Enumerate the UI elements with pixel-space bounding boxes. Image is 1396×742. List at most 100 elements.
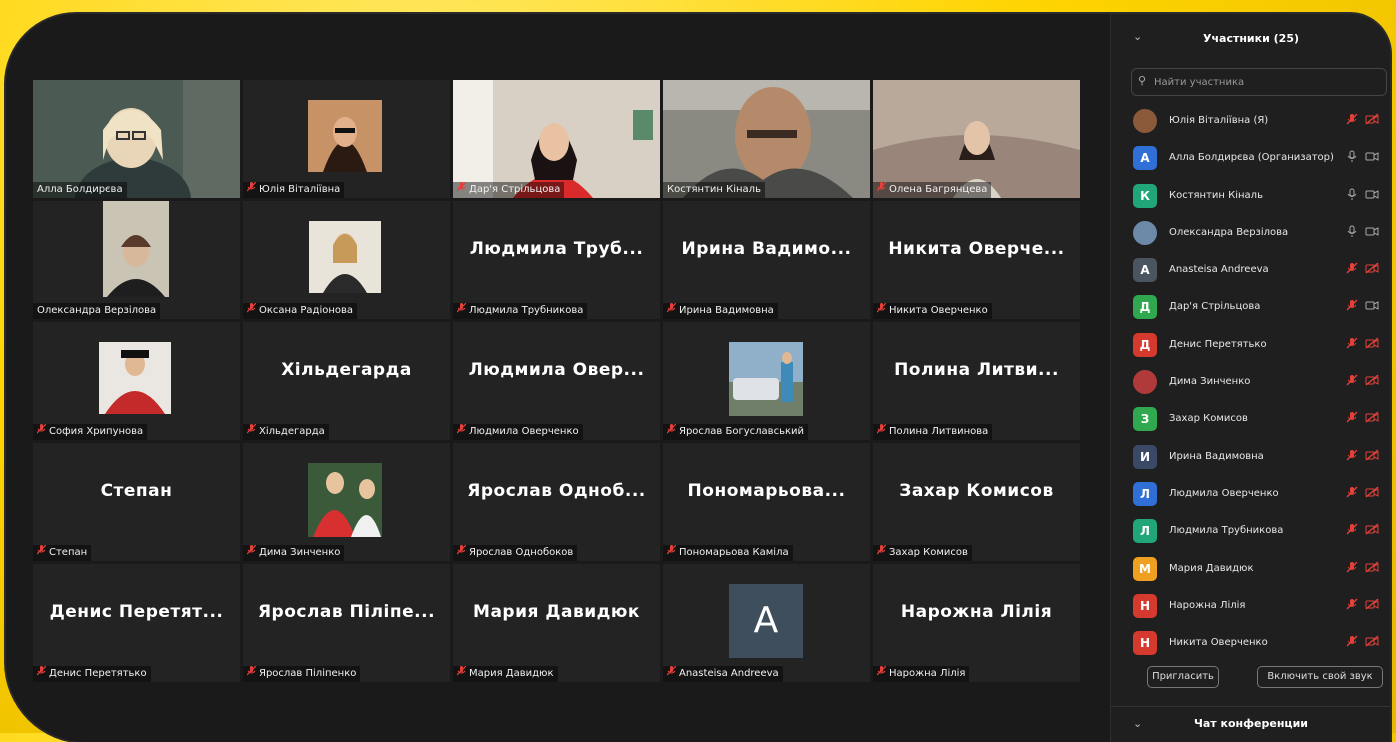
tile-label-text: Дар'я Стрільцова [469, 184, 561, 195]
video-tile[interactable]: Ярослав Одноб... Ярослав Однобоков [453, 443, 660, 561]
avatar: А [1133, 146, 1157, 171]
tile-label-text: Алла Болдирєва [37, 184, 123, 195]
video-tile[interactable]: Мария Давидюк Мария Давидюк [453, 564, 660, 682]
mic-icon[interactable] [1346, 188, 1358, 203]
participant-row[interactable]: Н Нарожна Лілія [1111, 588, 1390, 625]
mic-muted-icon [36, 666, 47, 679]
video-tile[interactable]: Нарожна Лілія Нарожна Лілія [873, 564, 1080, 682]
video-tile[interactable]: A Anasteisa Andreeva [663, 564, 870, 682]
mic-muted-icon [876, 666, 887, 679]
video-tile[interactable]: Ярослав Богуславський [663, 322, 870, 440]
tile-label: Алла Болдирєва [33, 182, 127, 198]
video-tile[interactable]: Степан Степан [33, 443, 240, 561]
chat-title: Чат конференции [1193, 717, 1309, 730]
video-tile[interactable]: Людмила Труб... Людмила Трубникова [453, 201, 660, 319]
video-tile[interactable]: Ярослав Піліпе... Ярослав Піліпенко [243, 564, 450, 682]
mic-muted-icon[interactable] [1346, 411, 1358, 426]
mic-muted-icon[interactable] [1346, 113, 1358, 128]
camera-off-icon[interactable] [1365, 486, 1379, 501]
mic-icon[interactable] [1346, 225, 1358, 240]
participant-row[interactable]: М Мария Давидюк [1111, 551, 1390, 588]
tile-label: Дима Зинченко [243, 545, 345, 561]
participant-row[interactable]: Л Людмила Оверченко [1111, 476, 1390, 513]
camera-off-icon[interactable] [1365, 262, 1379, 277]
video-tile[interactable]: Олександра Верзілова [33, 201, 240, 319]
mic-icon[interactable] [1346, 150, 1358, 165]
camera-off-icon[interactable] [1365, 523, 1379, 538]
video-tile[interactable]: Юлія Віталіївна [243, 80, 450, 198]
mic-muted-icon [246, 545, 257, 558]
video-tile[interactable]: София Хрипунова [33, 322, 240, 440]
unmute-button[interactable]: Включить свой звук [1257, 666, 1383, 688]
participant-row[interactable]: Дима Зинченко [1111, 364, 1390, 401]
tile-label: Дар'я Стрільцова [453, 182, 565, 198]
video-tile[interactable]: Хільдегарда Хільдегарда [243, 322, 450, 440]
camera-off-icon[interactable] [1365, 449, 1379, 464]
video-tile[interactable]: Пономарьова... Пономарьова Каміла [663, 443, 870, 561]
camera-icon[interactable] [1365, 299, 1379, 314]
mic-muted-icon[interactable] [1346, 449, 1358, 464]
participant-row[interactable]: К Костянтин Кіналь [1111, 178, 1390, 215]
mic-muted-icon[interactable] [1346, 337, 1358, 352]
video-tile[interactable]: Олена Багрянцева [873, 80, 1080, 198]
camera-icon[interactable] [1365, 150, 1379, 165]
mic-muted-icon [36, 424, 47, 437]
video-tile[interactable]: Людмила Овер... Людмила Оверченко [453, 322, 660, 440]
search-input[interactable] [1152, 72, 1376, 92]
mic-muted-icon [246, 182, 257, 195]
participant-row[interactable]: Д Денис Перетятько [1111, 327, 1390, 364]
invite-button[interactable]: Пригласить [1147, 666, 1219, 688]
participant-row[interactable]: И Ирина Вадимовна [1111, 439, 1390, 476]
camera-icon[interactable] [1365, 225, 1379, 240]
camera-icon[interactable] [1365, 188, 1379, 203]
mic-muted-icon[interactable] [1346, 262, 1358, 277]
mic-muted-icon [876, 303, 887, 316]
chat-header[interactable]: ⌄ Чат конференции [1111, 706, 1390, 742]
avatar [1133, 220, 1157, 245]
participant-name: Дар'я Стрільцова [1169, 301, 1261, 313]
mic-muted-icon[interactable] [1346, 374, 1358, 389]
camera-off-icon[interactable] [1365, 635, 1379, 650]
mic-muted-icon[interactable] [1346, 561, 1358, 576]
video-tile[interactable]: Ирина Вадимо... Ирина Вадимовна [663, 201, 870, 319]
tile-name: Захар Комисов [899, 481, 1054, 501]
participant-name: Алла Болдирєва (Организатор) [1169, 152, 1334, 164]
mic-muted-icon [246, 424, 257, 437]
participant-row[interactable]: Олександра Верзілова [1111, 215, 1390, 252]
video-tile[interactable]: Полина Литви... Полина Литвинова [873, 322, 1080, 440]
mic-muted-icon[interactable] [1346, 523, 1358, 538]
camera-off-icon[interactable] [1365, 411, 1379, 426]
mic-muted-icon[interactable] [1346, 299, 1358, 314]
tile-label: Ярослав Піліпенко [243, 666, 361, 682]
participant-row[interactable]: A Anasteisa Andreeva [1111, 252, 1390, 289]
video-tile[interactable]: Захар Комисов Захар Комисов [873, 443, 1080, 561]
participant-row[interactable]: Юлія Віталіївна (Я) [1111, 103, 1390, 140]
participant-row[interactable]: Л Людмила Трубникова [1111, 513, 1390, 550]
video-tile[interactable]: Костянтин Кіналь [663, 80, 870, 198]
participant-row[interactable]: А Алла Болдирєва (Организатор) [1111, 140, 1390, 177]
tile-label-text: Нарожна Лілія [889, 668, 966, 679]
mic-muted-icon[interactable] [1346, 635, 1358, 650]
participant-row[interactable]: Д Дар'я Стрільцова [1111, 289, 1390, 326]
mic-muted-icon[interactable] [1346, 598, 1358, 613]
video-tile[interactable]: Оксана Радіонова [243, 201, 450, 319]
tile-name: Пономарьова... [687, 481, 846, 501]
video-tile[interactable]: Дар'я Стрільцова [453, 80, 660, 198]
participant-name: Захар Комисов [1169, 413, 1248, 425]
camera-off-icon[interactable] [1365, 561, 1379, 576]
video-tile[interactable]: Никита Оверче... Никита Оверченко [873, 201, 1080, 319]
participant-name: Anasteisa Andreeva [1169, 264, 1269, 276]
camera-off-icon[interactable] [1365, 374, 1379, 389]
video-tile[interactable]: Алла Болдирєва [33, 80, 240, 198]
camera-off-icon[interactable] [1365, 337, 1379, 352]
participant-search[interactable]: ⚲ [1131, 68, 1387, 96]
video-tile[interactable]: Денис Перетят... Денис Перетятько [33, 564, 240, 682]
avatar: И [1133, 444, 1157, 469]
mic-muted-icon[interactable] [1346, 486, 1358, 501]
participant-row[interactable]: Н Никита Оверченко [1111, 625, 1390, 662]
participant-row[interactable]: З Захар Комисов [1111, 401, 1390, 438]
camera-off-icon[interactable] [1365, 598, 1379, 613]
camera-off-icon[interactable] [1365, 113, 1379, 128]
tile-label-text: Людмила Трубникова [469, 305, 584, 316]
video-tile[interactable]: Дима Зинченко [243, 443, 450, 561]
